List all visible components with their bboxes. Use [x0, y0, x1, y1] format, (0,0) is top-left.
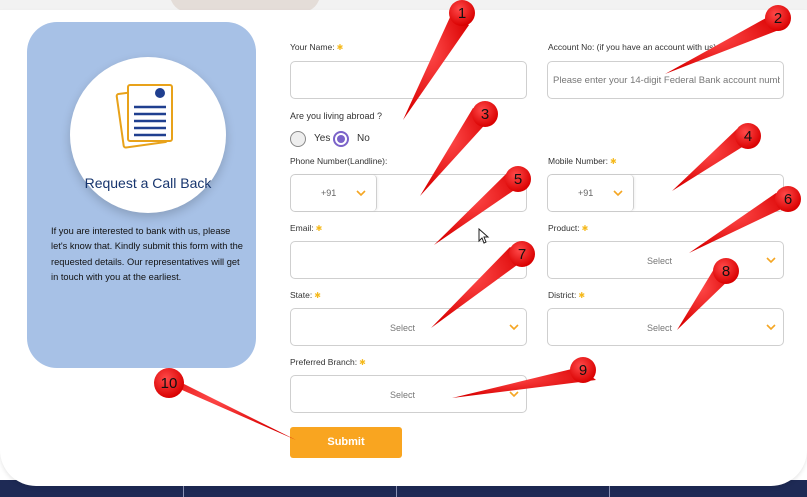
email-label: Email: ✱ [290, 223, 323, 233]
mobile-label: Mobile Number: ✱ [548, 156, 617, 166]
footer-divider [609, 486, 610, 497]
abroad-yes-label[interactable]: Yes [314, 133, 330, 144]
callback-info-panel: Request a Call Back If you are intereste… [27, 22, 256, 368]
district-value: Select [646, 323, 672, 333]
required-icon: ✱ [315, 224, 323, 233]
district-select[interactable]: Select [547, 308, 784, 346]
mobile-code: +91 [578, 188, 594, 198]
product-label: Product: ✱ [548, 223, 589, 233]
branch-select[interactable]: Select [290, 375, 527, 413]
state-select[interactable]: Select [290, 308, 527, 346]
account-placeholder: Please enter your 14-digit Federal Bank … [553, 75, 780, 86]
required-icon: ✱ [610, 157, 617, 166]
abroad-no-radio[interactable] [333, 131, 349, 147]
district-label: District: ✱ [548, 290, 586, 300]
mouse-cursor-icon [478, 228, 490, 244]
required-icon: ✱ [581, 224, 589, 233]
product-value: Select [646, 256, 672, 266]
chevron-down-icon [509, 391, 519, 398]
required-icon: ✱ [359, 358, 366, 367]
product-select[interactable]: Select [547, 241, 784, 279]
panel-description: If you are interested to bank with us, p… [51, 226, 243, 282]
chevron-down-icon [766, 257, 776, 264]
mobile-number-input[interactable] [636, 175, 783, 211]
chevron-down-icon [766, 324, 776, 331]
footer-divider [396, 486, 397, 497]
state-value: Select [389, 323, 415, 333]
footer-divider [183, 486, 184, 497]
required-icon: ✱ [578, 291, 586, 300]
account-label: Account No: (if you have an account with… [548, 42, 717, 52]
chevron-down-icon [356, 190, 366, 197]
callback-badge: Request a Call Back [70, 57, 226, 213]
landline-field: +91 [290, 174, 527, 212]
name-input[interactable] [290, 61, 527, 99]
email-input[interactable] [290, 241, 527, 279]
branch-label: Preferred Branch: ✱ [290, 357, 366, 367]
state-label: State: ✱ [290, 290, 321, 300]
landline-number-input[interactable] [379, 175, 526, 211]
account-number-input[interactable]: Please enter your 14-digit Federal Bank … [547, 61, 784, 99]
landline-label: Phone Number(Landline): [290, 156, 388, 166]
abroad-no-label[interactable]: No [357, 133, 370, 144]
required-icon: ✱ [336, 43, 344, 52]
chevron-down-icon [509, 324, 519, 331]
mobile-country-code-select[interactable]: +91 [548, 175, 634, 211]
branch-value: Select [389, 390, 415, 400]
abroad-label: Are you living abroad ? [290, 111, 383, 121]
landline-code: +91 [321, 188, 337, 198]
required-icon: ✱ [314, 291, 321, 300]
document-icon [115, 84, 173, 149]
panel-title: Request a Call Back [84, 175, 212, 191]
abroad-yes-radio[interactable] [290, 131, 306, 147]
name-label: Your Name: ✱ [290, 42, 344, 52]
submit-button[interactable]: Submit [290, 427, 402, 458]
landline-country-code-select[interactable]: +91 [291, 175, 377, 211]
mobile-field: +91 [547, 174, 784, 212]
chevron-down-icon [613, 190, 623, 197]
